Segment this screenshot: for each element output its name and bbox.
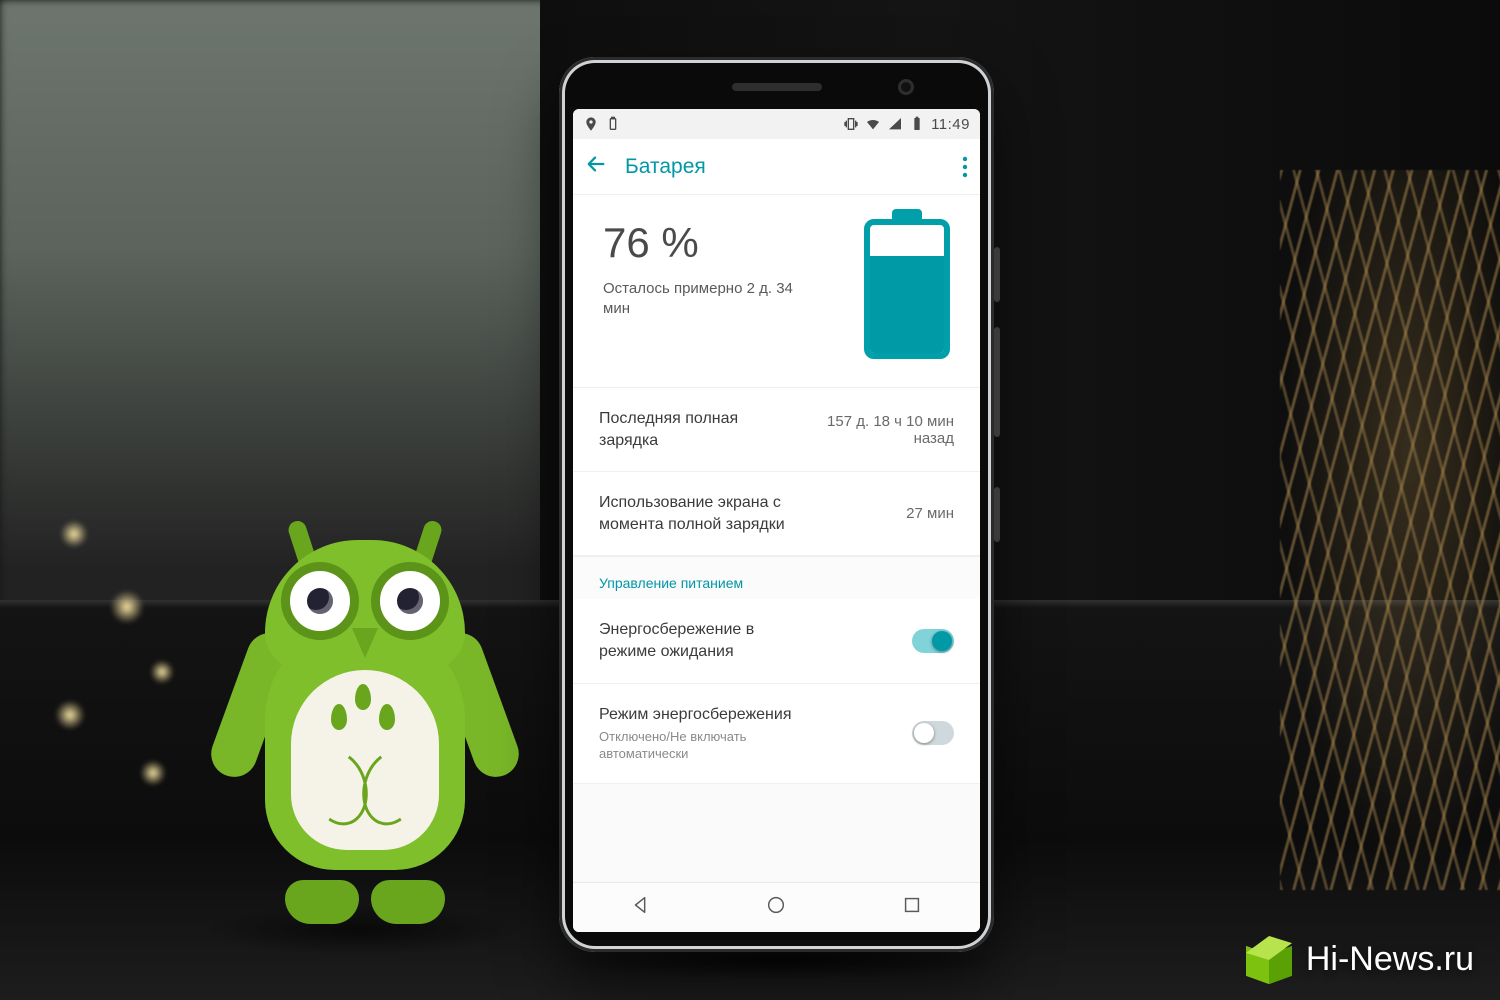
volume-rocker — [994, 327, 1000, 437]
row-standby-saver[interactable]: Энергосбережение в режиме ожидания — [573, 599, 980, 683]
smartphone: 11:49 Батарея 76 % Осталось примерно 2 д… — [559, 57, 994, 952]
nav-recents[interactable] — [901, 894, 923, 921]
setting-label: Энергосбережение в режиме ожидания — [599, 619, 809, 662]
earpiece — [732, 83, 822, 91]
row-last-full-charge[interactable]: Последняя полная зарядка 157 д. 18 ч 10 … — [573, 388, 980, 472]
setting-label: Режим энергосбережения — [599, 704, 809, 726]
status-bar: 11:49 — [573, 109, 980, 139]
front-camera — [898, 79, 914, 95]
location-icon — [583, 116, 599, 132]
row-value: 27 мин — [906, 505, 954, 522]
battery-icon — [864, 219, 950, 359]
setting-subtext: Отключено/Не включать автоматически — [599, 729, 819, 763]
status-clock: 11:49 — [931, 116, 970, 133]
watermark-logo-icon — [1246, 936, 1292, 982]
toggle-battery-saver[interactable] — [912, 721, 954, 745]
toggle-standby-saver[interactable] — [912, 629, 954, 653]
side-button — [994, 487, 1000, 542]
nav-home[interactable] — [765, 894, 787, 921]
back-button[interactable] — [585, 153, 607, 180]
app-bar: Батарея — [573, 139, 980, 195]
battery-hero[interactable]: 76 % Осталось примерно 2 д. 34 мин — [573, 195, 980, 388]
row-value: 157 д. 18 ч 10 мин назад — [800, 413, 954, 447]
row-label: Использование экрана с момента полной за… — [599, 492, 809, 535]
page-title: Батарея — [625, 155, 706, 179]
wifi-icon — [865, 116, 881, 132]
side-button — [994, 247, 1000, 302]
phone-screen: 11:49 Батарея 76 % Осталось примерно 2 д… — [573, 109, 980, 932]
watermark-text: Hi-News.ru — [1306, 940, 1474, 979]
battery-percent: 76 % — [603, 219, 803, 267]
section-power-management: Управление питанием — [573, 556, 980, 599]
android-owl-toy — [215, 500, 515, 930]
wooden-prop — [1280, 170, 1500, 890]
battery-small-icon — [605, 116, 621, 132]
row-battery-saver[interactable]: Режим энергосбережения Отключено/Не вклю… — [573, 684, 980, 784]
android-nav-bar — [573, 882, 980, 932]
watermark: Hi-News.ru — [1246, 936, 1474, 982]
battery-status-icon — [909, 116, 925, 132]
overflow-menu[interactable] — [962, 156, 968, 178]
vibrate-icon — [843, 116, 859, 132]
battery-estimate: Осталось примерно 2 д. 34 мин — [603, 279, 803, 320]
row-screen-usage[interactable]: Использование экрана с момента полной за… — [573, 472, 980, 556]
row-label: Последняя полная зарядка — [599, 408, 782, 451]
scene-photo: 11:49 Батарея 76 % Осталось примерно 2 д… — [0, 0, 1500, 1000]
nav-back[interactable] — [630, 894, 652, 921]
signal-icon — [887, 116, 903, 132]
